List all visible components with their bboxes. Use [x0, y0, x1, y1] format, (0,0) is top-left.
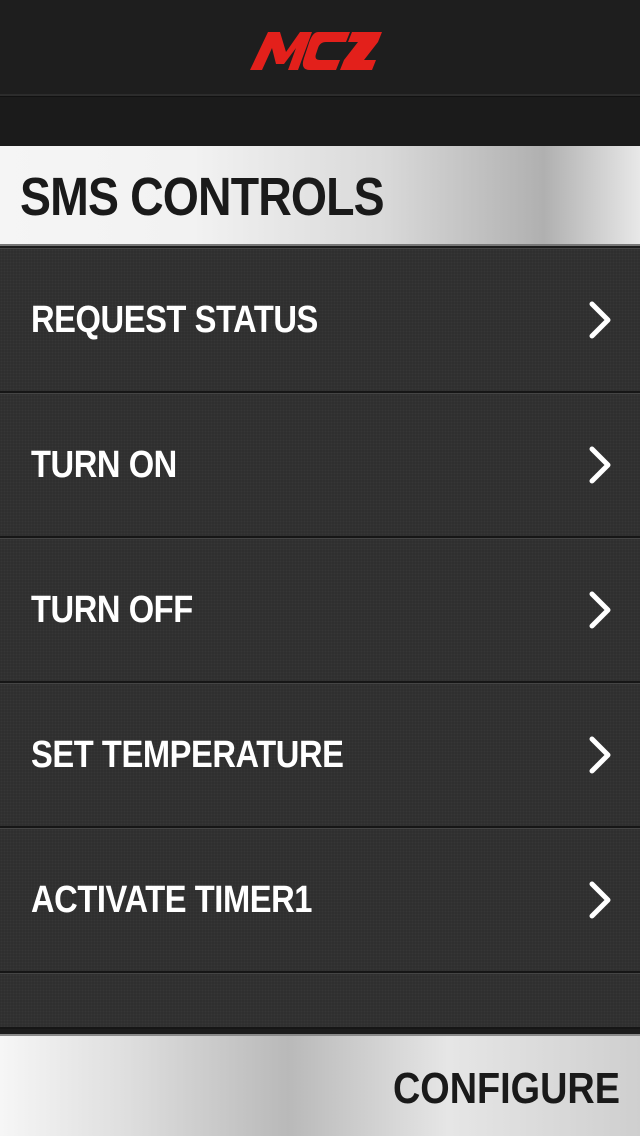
menu-item-label: REQUEST STATUS	[31, 299, 318, 341]
menu-item-label: TURN OFF	[31, 589, 193, 631]
menu-item-set-temperature[interactable]: SET TEMPERATURE	[0, 683, 640, 828]
sms-controls-list: REQUEST STATUS TURN ON TURN OFF SET TEMP…	[0, 248, 640, 1029]
menu-item-label: SET TEMPERATURE	[31, 734, 344, 776]
chevron-right-icon	[589, 301, 611, 339]
menu-item-label: TURN ON	[31, 444, 177, 486]
sub-header-bar	[0, 96, 640, 146]
app-header	[0, 0, 640, 96]
chevron-right-icon	[589, 446, 611, 484]
chevron-right-icon	[589, 591, 611, 629]
menu-item-activate-timer1[interactable]: ACTIVATE TIMER1	[0, 828, 640, 973]
chevron-right-icon	[589, 736, 611, 774]
menu-item-request-status[interactable]: REQUEST STATUS	[0, 248, 640, 393]
configure-button[interactable]: CONFIGURE	[393, 1064, 620, 1114]
menu-item-turn-on[interactable]: TURN ON	[0, 393, 640, 538]
menu-item-label: ACTIVATE TIMER1	[31, 879, 313, 921]
menu-item-partial[interactable]	[0, 973, 640, 1029]
section-header: SMS CONTROLS	[0, 146, 640, 246]
menu-item-turn-off[interactable]: TURN OFF	[0, 538, 640, 683]
page-title: SMS CONTROLS	[20, 167, 385, 227]
chevron-right-icon	[589, 881, 611, 919]
bottom-toolbar: CONFIGURE	[0, 1034, 640, 1136]
mcz-logo	[250, 32, 382, 70]
